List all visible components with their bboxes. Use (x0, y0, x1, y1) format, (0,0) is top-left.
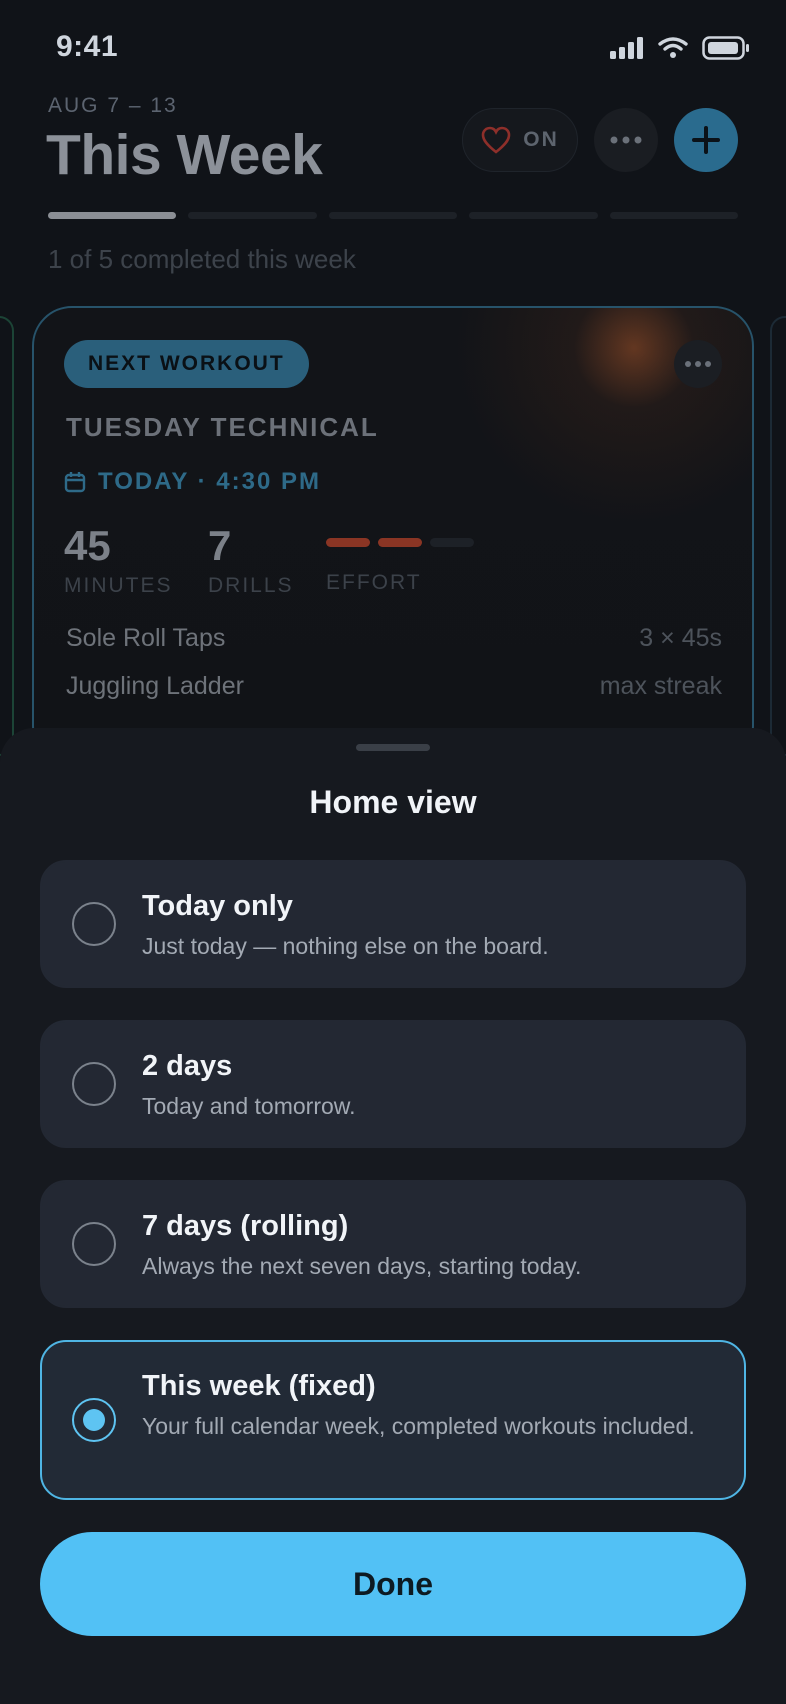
stat-value: 7 (208, 522, 232, 569)
drill-name: Juggling Ladder (66, 672, 244, 700)
plus-icon (692, 126, 720, 154)
status-bar: 9:41 (0, 0, 786, 96)
done-button[interactable]: Done (40, 1532, 746, 1636)
calendar-icon (64, 472, 86, 493)
drill-row: Juggling Ladder max streak (66, 672, 722, 701)
stat-label: MINUTES (64, 574, 173, 597)
status-time: 9:41 (56, 30, 119, 63)
effort-bar (326, 538, 370, 547)
workout-schedule: TODAY · 4:30 PM (64, 468, 321, 496)
next-card-edge[interactable] (770, 316, 786, 756)
favorites-toggle-label: ON (523, 128, 559, 151)
option-7-days-rolling[interactable]: 7 days (rolling) Always the next seven d… (40, 1180, 746, 1308)
sheet-title: Home view (309, 784, 477, 820)
option-title: 7 days (rolling) (142, 1210, 349, 1242)
option-description: Always the next seven days, starting tod… (142, 1253, 582, 1279)
next-workout-badge: NEXT WORKOUT (64, 340, 309, 388)
ellipsis-icon (685, 361, 711, 367)
effort-meter: EFFORT (326, 538, 474, 595)
cellular-signal-icon (610, 37, 643, 59)
sheet-grabber[interactable] (356, 744, 430, 751)
home-view-sheet: Home view Today only Just today — nothin… (0, 728, 786, 1704)
favorites-toggle[interactable]: ON (462, 108, 578, 172)
drill-value: max streak (599, 672, 722, 700)
ellipsis-icon (610, 136, 642, 144)
status-icons (610, 36, 750, 60)
drill-name: Sole Roll Taps (66, 624, 226, 652)
option-title: This week (fixed) (142, 1370, 376, 1402)
effort-bar (430, 538, 474, 547)
page-title: This Week (46, 123, 323, 187)
option-title: Today only (142, 890, 293, 922)
wifi-icon (658, 37, 688, 58)
option-description: Today and tomorrow. (142, 1093, 356, 1119)
date-range: AUG 7 – 13 (48, 94, 178, 117)
drill-row: Sole Roll Taps 3 × 45s (66, 624, 722, 653)
effort-bars (326, 538, 474, 547)
stat-minutes: 45 MINUTES (64, 522, 173, 598)
drill-value: 3 × 45s (639, 624, 722, 652)
workout-time: TODAY · 4:30 PM (98, 468, 321, 495)
radio-button[interactable] (72, 1398, 116, 1442)
progress-segment (328, 212, 458, 219)
screen: 9:41 AUG 7 – 13 This Week ON 1 of 5 comp… (0, 0, 786, 1704)
card-more-button[interactable] (674, 340, 722, 388)
completed-count: 1 of 5 completed this week (48, 244, 356, 274)
progress-segment (609, 212, 739, 219)
effort-bar (378, 538, 422, 547)
progress-segment (48, 212, 177, 219)
option-today-only[interactable]: Today only Just today — nothing else on … (40, 860, 746, 988)
done-button-label: Done (353, 1565, 433, 1602)
stat-label: DRILLS (208, 574, 294, 597)
radio-button[interactable] (72, 1062, 116, 1106)
option-description: Just today — nothing else on the board. (142, 933, 549, 959)
previous-card-edge[interactable] (0, 316, 14, 756)
stat-value: 45 (64, 522, 111, 569)
progress-segment (188, 212, 317, 219)
heart-icon (481, 126, 511, 154)
radio-selected-dot (83, 1409, 105, 1431)
workout-name: TUESDAY TECHNICAL (66, 412, 379, 442)
option-description: Your full calendar week, completed worko… (142, 1413, 695, 1439)
option-this-week-fixed[interactable]: This week (fixed) Your full calendar wee… (40, 1340, 746, 1500)
badge-label: NEXT WORKOUT (88, 352, 285, 375)
next-workout-card[interactable]: NEXT WORKOUT TUESDAY TECHNICAL TODAY · 4… (32, 306, 754, 766)
effort-label: EFFORT (326, 571, 422, 594)
more-options-button[interactable] (594, 108, 658, 172)
option-title: 2 days (142, 1050, 233, 1082)
week-progress-bar (48, 212, 739, 219)
add-workout-button[interactable] (674, 108, 738, 172)
radio-button[interactable] (72, 1222, 116, 1266)
radio-button[interactable] (72, 902, 116, 946)
battery-icon (702, 36, 749, 60)
stat-drills: 7 DRILLS (208, 522, 294, 598)
option-2-days[interactable]: 2 days Today and tomorrow. (40, 1020, 746, 1148)
progress-segment (469, 212, 598, 219)
